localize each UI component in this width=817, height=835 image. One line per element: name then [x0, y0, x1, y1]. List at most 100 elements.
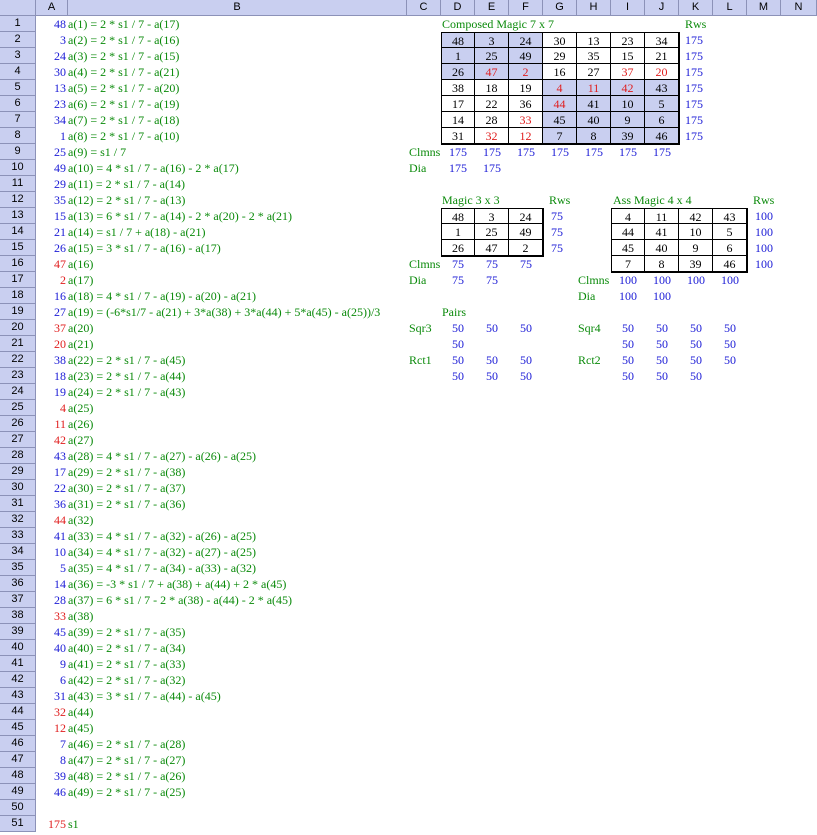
row-header-41[interactable]: 41: [0, 656, 36, 672]
magic7-cell[interactable]: 23: [611, 32, 645, 48]
magic4-cell[interactable]: 7: [611, 256, 645, 272]
magic7-cell[interactable]: 6: [645, 112, 679, 128]
cell-a42[interactable]: 6: [36, 672, 66, 688]
row-header-22[interactable]: 22: [0, 352, 36, 368]
row-header-33[interactable]: 33: [0, 528, 36, 544]
sqr3-value[interactable]: 50: [441, 336, 475, 352]
magic3-cell[interactable]: 3: [475, 208, 509, 224]
rct2-value[interactable]: 50: [679, 352, 713, 368]
row-header-47[interactable]: 47: [0, 752, 36, 768]
cell-b3[interactable]: a(3) = 2 * s1 / 7 - a(15): [68, 48, 398, 64]
cell-a16[interactable]: 47: [36, 256, 66, 272]
magic7-row-sum[interactable]: 175: [685, 32, 713, 48]
row-header-45[interactable]: 45: [0, 720, 36, 736]
magic7-cell[interactable]: 41: [577, 96, 611, 112]
cell-b10[interactable]: a(10) = 4 * s1 / 7 - a(16) - 2 * a(17): [68, 160, 398, 176]
cell-a19[interactable]: 27: [36, 304, 66, 320]
cell-a34[interactable]: 10: [36, 544, 66, 560]
row-header-36[interactable]: 36: [0, 576, 36, 592]
cell-a18[interactable]: 16: [36, 288, 66, 304]
column-header-b[interactable]: B: [68, 0, 407, 16]
row-header-8[interactable]: 8: [0, 128, 36, 144]
row-header-10[interactable]: 10: [0, 160, 36, 176]
magic4-col-sum[interactable]: 100: [679, 272, 713, 288]
cell-b2[interactable]: a(2) = 2 * s1 / 7 - a(16): [68, 32, 398, 48]
cell-a2[interactable]: 3: [36, 32, 66, 48]
magic7-cell[interactable]: 31: [441, 128, 475, 144]
spreadsheet[interactable]: A B C D E F G H I J K L M N 1 2 3 4 5 6 7 8 9 10 11 12 13 14 15 16 17 1…: [0, 0, 817, 835]
sqr4-value[interactable]: 50: [645, 320, 679, 336]
cell-a9[interactable]: 25: [36, 144, 66, 160]
row-header-37[interactable]: 37: [0, 592, 36, 608]
cell-a11[interactable]: 29: [36, 176, 66, 192]
magic3-col-sum[interactable]: 75: [441, 256, 475, 272]
cell-b51[interactable]: s1: [68, 816, 398, 832]
column-header-k[interactable]: K: [679, 0, 713, 16]
sqr3-value[interactable]: 50: [475, 320, 509, 336]
magic7-cell[interactable]: 12: [509, 128, 543, 144]
column-header-d[interactable]: D: [441, 0, 475, 16]
cell-a8[interactable]: 1: [36, 128, 66, 144]
cell-b5[interactable]: a(5) = 2 * s1 / 7 - a(20): [68, 80, 398, 96]
row-header-40[interactable]: 40: [0, 640, 36, 656]
magic7-cell[interactable]: 27: [577, 64, 611, 80]
row-header-43[interactable]: 43: [0, 688, 36, 704]
magic4-cell[interactable]: 8: [645, 256, 679, 272]
cell-a47[interactable]: 8: [36, 752, 66, 768]
magic4-cell[interactable]: 43: [713, 208, 747, 224]
row-header-19[interactable]: 19: [0, 304, 36, 320]
cell-b41[interactable]: a(41) = 2 * s1 / 7 - a(33): [68, 656, 398, 672]
row-header-11[interactable]: 11: [0, 176, 36, 192]
cell-b40[interactable]: a(40) = 2 * s1 / 7 - a(34): [68, 640, 398, 656]
sqr4-value[interactable]: 50: [713, 320, 747, 336]
row-header-42[interactable]: 42: [0, 672, 36, 688]
magic4-dia-sum[interactable]: 100: [645, 288, 679, 304]
cell-b13[interactable]: a(13) = 6 * s1 / 7 - a(14) - 2 * a(20) -…: [68, 208, 398, 224]
rct1-value[interactable]: 50: [475, 352, 509, 368]
cell-b45[interactable]: a(45): [68, 720, 398, 736]
sqr4-value[interactable]: 50: [611, 320, 645, 336]
cell-b8[interactable]: a(8) = 2 * s1 / 7 - a(10): [68, 128, 398, 144]
row-header-28[interactable]: 28: [0, 448, 36, 464]
cell-a10[interactable]: 49: [36, 160, 66, 176]
cell-a36[interactable]: 14: [36, 576, 66, 592]
column-header-i[interactable]: I: [611, 0, 645, 16]
magic3-cell[interactable]: 2: [509, 240, 543, 256]
cell-a44[interactable]: 32: [36, 704, 66, 720]
row-header-23[interactable]: 23: [0, 368, 36, 384]
cell-a51[interactable]: 175: [36, 816, 66, 832]
row-header-15[interactable]: 15: [0, 240, 36, 256]
magic3-row-sum[interactable]: 75: [551, 208, 575, 224]
magic7-cell[interactable]: 47: [475, 64, 509, 80]
magic7-col-sum[interactable]: 175: [645, 144, 679, 160]
cell-b23[interactable]: a(23) = 2 * s1 / 7 - a(44): [68, 368, 398, 384]
row-header-35[interactable]: 35: [0, 560, 36, 576]
magic3-row-sum[interactable]: 75: [551, 224, 575, 240]
magic7-col-sum[interactable]: 175: [441, 144, 475, 160]
column-header-j[interactable]: J: [645, 0, 679, 16]
cell-a39[interactable]: 45: [36, 624, 66, 640]
magic4-cell[interactable]: 44: [611, 224, 645, 240]
row-header-5[interactable]: 5: [0, 80, 36, 96]
magic7-cell[interactable]: 5: [645, 96, 679, 112]
magic7-cell[interactable]: 28: [475, 112, 509, 128]
magic7-cell[interactable]: 2: [509, 64, 543, 80]
magic3-cell[interactable]: 26: [441, 240, 475, 256]
magic7-cell[interactable]: 32: [475, 128, 509, 144]
magic7-cell[interactable]: 46: [645, 128, 679, 144]
cell-a29[interactable]: 17: [36, 464, 66, 480]
cell-a48[interactable]: 39: [36, 768, 66, 784]
magic7-col-sum[interactable]: 175: [475, 144, 509, 160]
row-header-3[interactable]: 3: [0, 48, 36, 64]
cell-a49[interactable]: 46: [36, 784, 66, 800]
cell-a32[interactable]: 44: [36, 512, 66, 528]
cell-b4[interactable]: a(4) = 2 * s1 / 7 - a(21): [68, 64, 398, 80]
cell-a17[interactable]: 2: [36, 272, 66, 288]
row-header-2[interactable]: 2: [0, 32, 36, 48]
magic3-cell[interactable]: 49: [509, 224, 543, 240]
column-header-h[interactable]: H: [577, 0, 611, 16]
column-header-e[interactable]: E: [475, 0, 509, 16]
row-header-25[interactable]: 25: [0, 400, 36, 416]
magic7-cell[interactable]: 30: [543, 32, 577, 48]
magic7-cell[interactable]: 36: [509, 96, 543, 112]
